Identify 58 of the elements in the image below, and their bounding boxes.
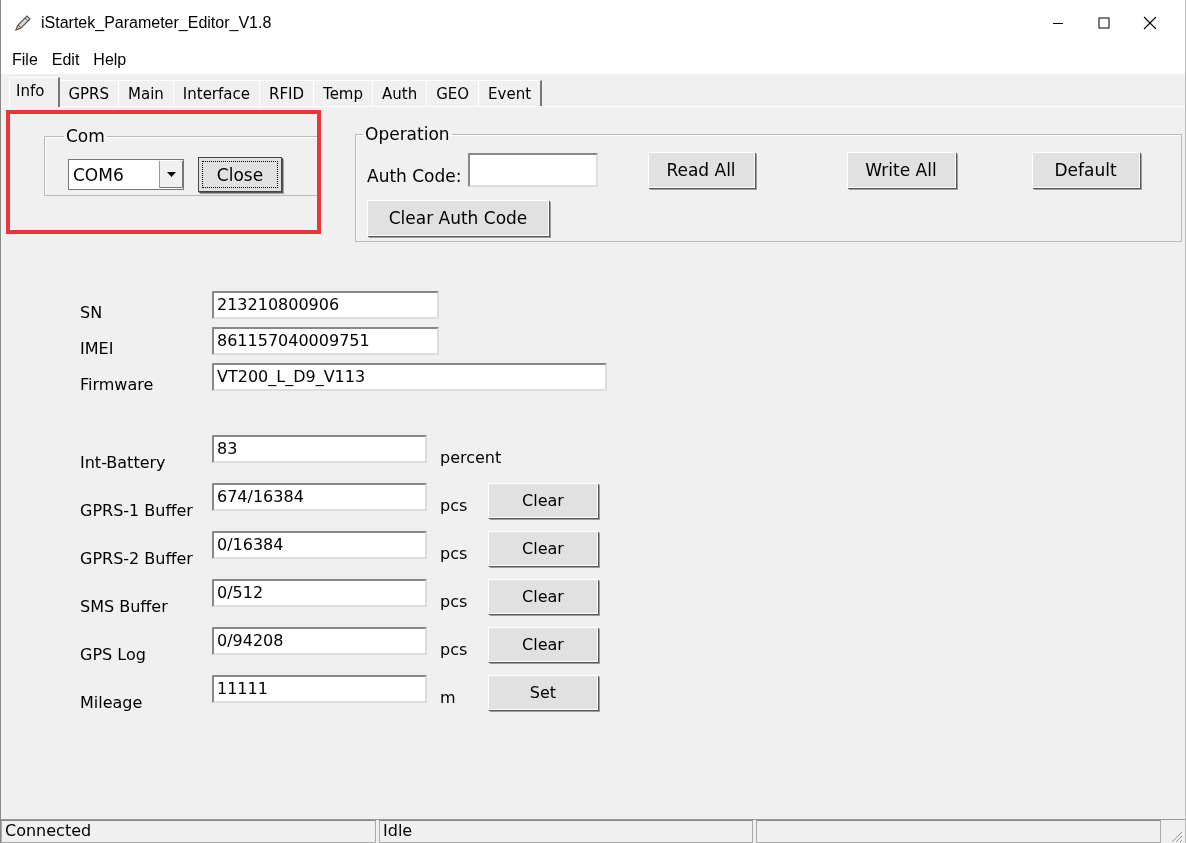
auth-code-label: Auth Code: [367,166,462,186]
text-field[interactable]: 0/512 [212,579,427,607]
action-button[interactable]: Set [488,675,598,710]
resize-grip-icon [1169,829,1183,843]
pen-icon [13,13,33,33]
text-field[interactable]: 0/16384 [212,531,427,559]
tab[interactable]: Auth [372,80,429,106]
close-icon [1143,16,1157,30]
tab[interactable]: Info [9,77,61,107]
window-title: iStartek_Parameter_Editor_V1.8 [41,14,272,32]
status-panel: Connected [1,820,376,843]
port-dropdown[interactable]: COM6 [68,159,184,190]
tab[interactable]: GEO [426,80,481,106]
operation-button[interactable]: Write All [846,152,956,188]
field-label: SMS Buffer [80,597,169,616]
field-label: IMEI [80,339,115,358]
unit-label: pcs [440,544,469,563]
field-label: GPS Log [80,645,147,664]
field-label: GPRS-2 Buffer [80,549,194,568]
action-button[interactable]: Clear [488,627,598,662]
text-field[interactable]: 11111 [212,675,427,703]
clear-auth-code-button[interactable]: Clear Auth Code [367,200,549,236]
field-label: Mileage [80,693,144,712]
status-panel: Idle [379,820,753,843]
tab[interactable]: RFID [259,80,315,106]
close-port-button[interactable]: Close [198,157,282,192]
text-field[interactable]: 0/94208 [212,627,427,655]
menu-item[interactable]: Help [86,49,134,71]
text-field[interactable]: 861157040009751 [212,327,439,355]
menu-item[interactable]: Edit [44,49,87,71]
group-title: Operation [364,124,451,144]
operation-button[interactable]: Read All [647,152,755,188]
menu-item[interactable]: File [5,49,45,71]
tab[interactable]: Temp [313,80,374,106]
tab[interactable]: Interface [172,80,261,106]
action-button[interactable]: Clear [488,579,598,614]
unit-label: pcs [440,496,469,515]
field-label: Int-Battery [80,453,167,472]
maximize-icon [1098,17,1110,29]
dropdown-arrow-icon [167,172,176,177]
action-button[interactable]: Clear [488,483,598,518]
tab[interactable]: Main [118,80,175,106]
text-field[interactable]: 213210800906 [212,291,439,319]
field-label: Firmware [80,375,155,394]
field-label: SN [80,303,104,322]
tab[interactable]: Event [478,80,543,106]
text-field[interactable]: 674/16384 [212,483,427,511]
field-label: GPRS-1 Buffer [80,501,194,520]
auth-code-field[interactable] [467,153,598,187]
unit-label: m [440,688,457,707]
text-field[interactable]: 83 [212,435,427,463]
unit-label: percent [440,448,502,467]
action-button[interactable]: Clear [488,531,598,566]
text-field[interactable]: VT200_L_D9_V113 [212,363,607,391]
operation-button[interactable]: Default [1031,152,1140,188]
unit-label: pcs [440,592,469,611]
unit-label: pcs [440,640,469,659]
group-title: Com [65,126,106,146]
